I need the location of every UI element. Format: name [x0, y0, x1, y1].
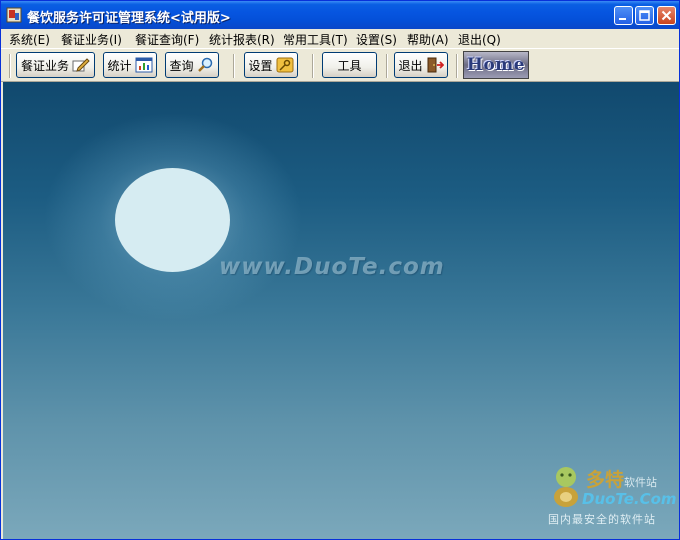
- minimize-icon: [619, 18, 626, 20]
- menu-exit[interactable]: 退出(Q): [458, 31, 501, 48]
- logo-cn-main: 多特: [586, 469, 625, 491]
- app-icon: [6, 7, 22, 23]
- logo-english-name: DuoTe.Com: [582, 490, 677, 508]
- menu-reports[interactable]: 统计报表(R): [209, 31, 275, 48]
- tools-button-label: 工具: [337, 58, 362, 73]
- business-button[interactable]: 餐证业务: [16, 52, 95, 78]
- menu-system[interactable]: 系统(E): [9, 31, 50, 48]
- stats-button[interactable]: 统计: [103, 52, 157, 78]
- exit-button[interactable]: 退出: [394, 52, 448, 78]
- mascot-icon: [554, 467, 578, 507]
- maximize-icon: [639, 10, 650, 21]
- query-button[interactable]: 查询: [165, 52, 219, 78]
- settings-button[interactable]: 设置: [244, 52, 298, 78]
- site-logo: 多特软件站 DuoTe.Com 国内最安全的软件站: [548, 465, 678, 535]
- menu-settings[interactable]: 设置(S): [356, 31, 397, 48]
- toolbar-separator-2: [312, 54, 314, 78]
- maximize-button[interactable]: [635, 6, 654, 25]
- edit-pen-icon: [72, 58, 90, 72]
- toolbar-separator-4: [456, 54, 458, 78]
- chart-window-icon: [135, 57, 152, 73]
- logo-cn-small: 软件站: [624, 476, 658, 489]
- window-title: 餐饮服务许可证管理系统<试用版>: [27, 11, 231, 26]
- menu-business[interactable]: 餐证业务(I): [61, 31, 122, 48]
- toolbar: 餐证业务 统计 查询 设置 工具 退出 Home: [1, 48, 679, 82]
- app-window: 餐饮服务许可证管理系统<试用版> 系统(E) 餐证业务(I) 餐证查询(F) 统…: [0, 0, 680, 540]
- logo-tagline: 国内最安全的软件站: [548, 513, 656, 526]
- close-button[interactable]: [657, 6, 676, 25]
- tools-button[interactable]: 工具: [322, 52, 377, 78]
- query-button-label: 查询: [169, 58, 194, 73]
- magnifier-icon: [197, 57, 212, 72]
- main-background: www.DuoTe.com 多特软件站 DuoTe.Com 国内最安全的软件站: [3, 82, 679, 539]
- menu-help[interactable]: 帮助(A): [407, 31, 449, 48]
- home-button-label: Home: [466, 55, 526, 75]
- settings-button-label: 设置: [248, 58, 273, 73]
- business-button-label: 餐证业务: [20, 58, 69, 73]
- logo-chinese-name: 多特软件站: [586, 465, 657, 492]
- menu-query[interactable]: 餐证查询(F): [135, 31, 199, 48]
- toolbar-separator-1: [233, 54, 235, 78]
- menu-bar: 系统(E) 餐证业务(I) 餐证查询(F) 统计报表(R) 常用工具(T) 设置…: [1, 29, 679, 48]
- stats-button-label: 统计: [107, 58, 132, 73]
- exit-button-label: 退出: [398, 58, 423, 73]
- toolbar-separator-3: [386, 54, 388, 78]
- home-button[interactable]: Home: [463, 51, 529, 79]
- exit-door-icon: [427, 57, 444, 73]
- menu-tools[interactable]: 常用工具(T): [283, 31, 348, 48]
- watermark-url: www.DuoTe.com: [219, 254, 445, 280]
- title-bar[interactable]: 餐饮服务许可证管理系统<试用版>: [1, 1, 679, 29]
- toolbar-grip: [9, 54, 11, 78]
- settings-key-icon: [276, 57, 293, 73]
- minimize-button[interactable]: [614, 6, 633, 25]
- moon: [115, 168, 230, 272]
- close-icon: [661, 10, 672, 21]
